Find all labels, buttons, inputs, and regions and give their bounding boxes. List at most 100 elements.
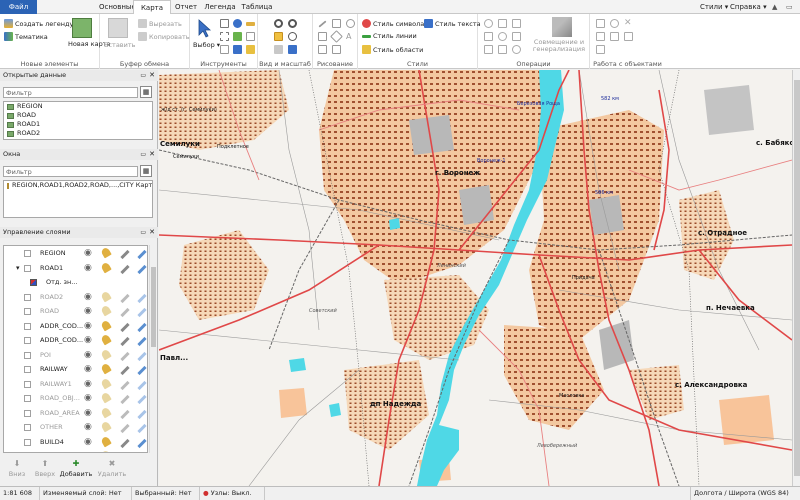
op-merge-icon[interactable]	[484, 45, 493, 54]
scrollbar-thumb[interactable]	[151, 267, 156, 347]
move-down-button[interactable]: ⬇ Вниз	[2, 459, 32, 478]
close-icon[interactable]: ✕	[149, 227, 155, 238]
pin-icon[interactable]: ▭	[140, 149, 146, 160]
layer-checkbox[interactable]	[24, 409, 31, 417]
move-up-button[interactable]: ⬆ Вверх	[30, 459, 60, 478]
layer-icon[interactable]	[233, 32, 242, 41]
visibility-eye-icon[interactable]: ◉	[84, 379, 92, 389]
map-view[interactable]: ж/д ст. (г. Семилуки) Семилуки Семилуки …	[159, 70, 792, 486]
edit-pencil-icon[interactable]	[120, 307, 130, 318]
list-item[interactable]: REGION,ROAD1,ROAD2,ROAD,...,CITY Карта	[4, 181, 152, 190]
edit-pencil-icon[interactable]	[120, 409, 130, 419]
visibility-eye-icon[interactable]: ◉	[84, 393, 92, 403]
tab-report[interactable]: Отчет	[171, 0, 201, 14]
refresh-view-icon[interactable]	[288, 45, 297, 54]
edit-pencil-icon[interactable]	[120, 351, 130, 361]
layer-checkbox[interactable]	[24, 380, 31, 388]
op-union-icon[interactable]	[484, 19, 493, 28]
map-canvas[interactable]	[159, 70, 792, 486]
label-pencil-icon[interactable]	[137, 307, 147, 318]
visibility-eye-icon[interactable]: ◉	[84, 364, 92, 374]
obj-rect-icon[interactable]	[596, 19, 605, 28]
edit-pencil-icon[interactable]	[120, 394, 130, 405]
op-settings-icon[interactable]	[512, 45, 521, 54]
layer-checkbox[interactable]	[24, 351, 31, 359]
edit-pencil-icon[interactable]	[120, 423, 130, 434]
label-pencil-icon[interactable]	[137, 423, 147, 434]
list-item[interactable]: ROAD2	[4, 129, 152, 138]
obj-scale-icon[interactable]	[596, 45, 605, 54]
layer-row[interactable]: Отд. зн...	[4, 275, 147, 290]
style-brush-icon[interactable]	[100, 304, 112, 317]
edit-pencil-icon[interactable]	[120, 264, 130, 274]
windows-filter-button[interactable]: ▦	[140, 165, 152, 177]
layer-row[interactable]: ROAD2 ◉	[4, 290, 147, 305]
op-buffer-icon[interactable]	[498, 32, 507, 41]
visibility-eye-icon[interactable]: ◉	[84, 437, 92, 447]
style-brush-icon[interactable]	[100, 435, 112, 447]
visibility-eye-icon[interactable]: ◉	[84, 422, 92, 432]
text-style-button[interactable]: Стиль текста	[424, 19, 481, 28]
open-data-filter-input[interactable]: Фильтр	[3, 87, 138, 98]
paste-button[interactable]: Вставить	[104, 41, 135, 49]
window-icon[interactable]: ▭	[786, 0, 793, 14]
table-icon[interactable]	[246, 32, 255, 41]
layer-row[interactable]: ADDR_COD... ◉	[4, 333, 147, 348]
map-vertical-scrollbar[interactable]	[792, 70, 800, 486]
layer-list-scrollbar[interactable]	[149, 245, 156, 453]
polygon-icon[interactable]	[330, 30, 343, 43]
layer-checkbox[interactable]	[24, 366, 31, 373]
layer-checkbox[interactable]	[24, 250, 31, 257]
visibility-eye-icon[interactable]: ◉	[84, 451, 92, 452]
pan-hand-icon[interactable]	[274, 32, 283, 41]
file-tab[interactable]: Файл	[0, 0, 37, 14]
tab-legend[interactable]: Легенда	[201, 0, 239, 14]
legend-swatch-icon[interactable]	[30, 279, 37, 286]
label-pencil-icon[interactable]	[137, 365, 147, 376]
windows-filter-input[interactable]: Фильтр	[3, 166, 138, 177]
obj-move-icon[interactable]	[610, 32, 619, 41]
style-brush-icon[interactable]	[100, 377, 112, 389]
square-blue-icon[interactable]	[233, 45, 242, 54]
edit-pencil-icon[interactable]	[120, 380, 130, 390]
layer-checkbox[interactable]	[24, 293, 31, 301]
op-node-icon[interactable]	[498, 45, 507, 54]
help-menu[interactable]: Справка ▾	[730, 0, 767, 14]
visibility-eye-icon[interactable]: ◉	[84, 321, 92, 331]
visibility-eye-icon[interactable]: ◉	[84, 350, 92, 360]
status-scale[interactable]: 1:81 608	[0, 487, 40, 500]
visibility-eye-icon[interactable]: ◉	[84, 335, 92, 345]
minimize-ribbon-icon[interactable]: ▲	[772, 0, 777, 14]
list-item[interactable]: ROAD	[4, 111, 152, 120]
visibility-eye-icon[interactable]: ◉	[84, 292, 92, 302]
rectangle-icon[interactable]	[318, 32, 327, 41]
info-icon[interactable]	[233, 19, 242, 28]
line-draw-icon[interactable]	[318, 20, 327, 28]
layer-checkbox[interactable]	[24, 395, 31, 402]
label-icon[interactable]	[246, 45, 255, 54]
layer-checkbox[interactable]	[24, 322, 31, 330]
style-brush-icon[interactable]	[100, 261, 112, 273]
edit-pencil-icon[interactable]	[120, 293, 130, 303]
layer-row[interactable]: OTHER ◉	[4, 420, 147, 435]
list-item[interactable]: REGION	[4, 102, 152, 111]
thematic-button[interactable]: Тематика	[4, 32, 48, 41]
list-item[interactable]: ROAD1	[4, 120, 152, 129]
add-layer-button[interactable]: ✚ Добавить	[58, 459, 94, 478]
tab-basic[interactable]: Основные	[99, 0, 136, 14]
style-brush-icon[interactable]	[100, 333, 112, 346]
tab-table[interactable]: Таблица	[239, 0, 275, 14]
layer-checkbox[interactable]	[24, 438, 31, 446]
point-icon[interactable]	[318, 45, 327, 54]
layer-row[interactable]: ROAD ◉	[4, 304, 147, 319]
close-icon[interactable]: ✕	[149, 149, 155, 160]
status-selected-layer[interactable]: Выбранный: Нет	[132, 487, 200, 500]
select-button[interactable]: Выбор ▾	[193, 41, 220, 49]
scrollbar-thumb[interactable]	[794, 80, 800, 476]
text-draw-icon[interactable]: A	[346, 32, 355, 41]
label-pencil-icon[interactable]	[137, 249, 147, 260]
combine-generalize-button[interactable]: Совмещение и генерализация	[530, 39, 588, 53]
grid-icon[interactable]	[220, 45, 229, 54]
style-brush-icon[interactable]	[100, 449, 112, 452]
layer-row[interactable]: ROAD_AREA ◉	[4, 406, 147, 421]
